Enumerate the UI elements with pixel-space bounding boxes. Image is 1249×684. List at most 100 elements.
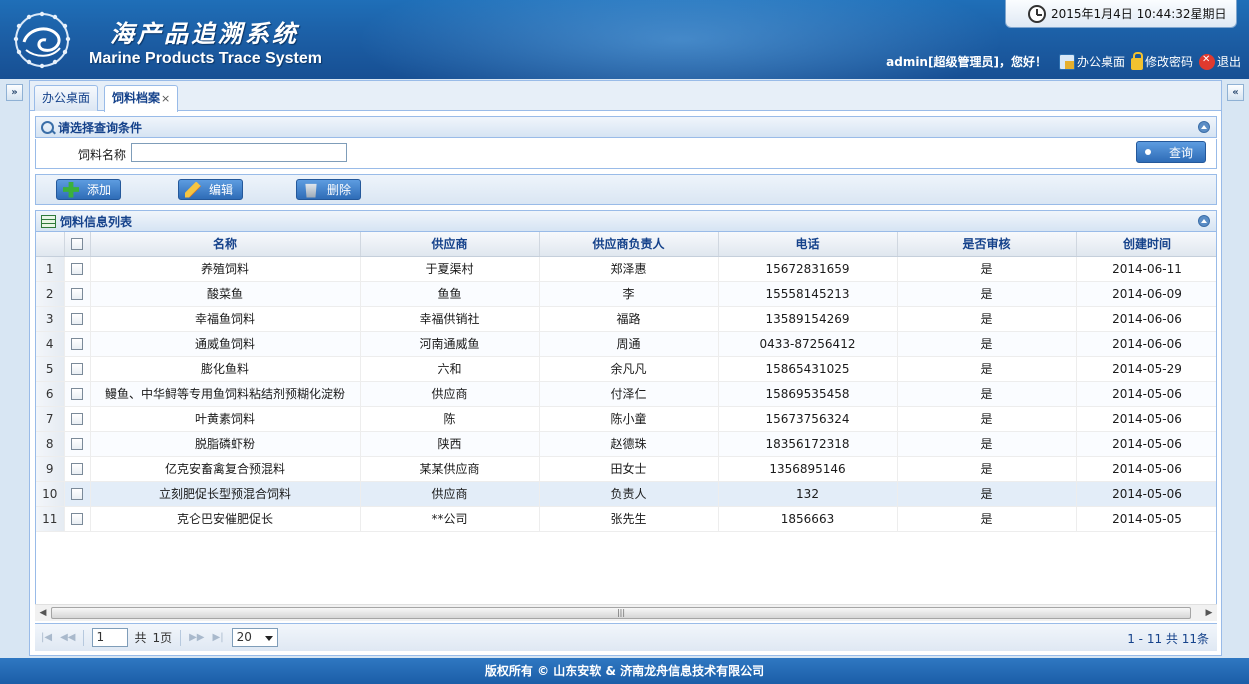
clock-icon (1028, 4, 1046, 23)
cell-audited: 是 (897, 431, 1077, 457)
select-all-checkbox[interactable] (71, 238, 83, 251)
row-checkbox[interactable] (71, 438, 83, 450)
cell-owner: 福路 (539, 306, 719, 332)
first-page-icon[interactable]: |◀ (41, 632, 52, 643)
row-checkbox[interactable] (71, 288, 83, 300)
edit-button[interactable]: 编辑 (178, 179, 244, 200)
row-number: 9 (36, 456, 65, 482)
collapse-right-button[interactable]: « (1227, 84, 1244, 101)
table-row[interactable]: 8 脱脂磷虾粉 陕西 赵德珠 18356172318 是 2014-05-06 (36, 431, 1216, 457)
cell-owner: 赵德珠 (539, 431, 719, 457)
column-header-created[interactable]: 创建时间 (1076, 232, 1216, 257)
next-page-icon[interactable]: ▶▶ (189, 632, 204, 643)
change-password-link[interactable]: 修改密码 (1130, 51, 1193, 70)
row-number: 2 (36, 281, 65, 307)
column-header-supplier-owner[interactable]: 供应商负责人 (539, 232, 719, 257)
table-row[interactable]: 5 膨化鱼料 六和 余凡凡 15865431025 是 2014-05-29 (36, 356, 1216, 382)
cell-audited: 是 (897, 381, 1077, 407)
row-select-cell (64, 306, 91, 332)
table-row[interactable]: 4 通威鱼饲料 河南通威鱼 周通 0433-87256412 是 2014-06-06 (36, 331, 1216, 357)
row-checkbox[interactable] (71, 513, 83, 525)
desktop-link[interactable]: 办公桌面 (1058, 53, 1125, 70)
row-checkbox[interactable] (71, 488, 83, 500)
cell-owner: 付泽仁 (539, 381, 719, 407)
scrollbar-thumb[interactable]: ||| (51, 607, 1191, 619)
app-header: 海产品追溯系统 Marine Products Trace System 201… (0, 0, 1249, 79)
row-checkbox[interactable] (71, 313, 83, 325)
cell-phone: 15865431025 (718, 356, 898, 382)
cell-created: 2014-05-06 (1076, 381, 1216, 407)
main-panel: 办公桌面 饲料档案× 请选择查询条件 饲料名称 查询 添加 编辑 删除 饲料信息… (29, 80, 1222, 656)
cell-created: 2014-05-06 (1076, 431, 1216, 457)
pager-divider (180, 629, 182, 646)
row-number-header (36, 232, 65, 257)
action-toolbar: 添加 编辑 删除 (35, 174, 1217, 205)
table-row[interactable]: 3 幸福鱼饲料 幸福供销社 福路 13589154269 是 2014-06-06 (36, 306, 1216, 332)
table-row[interactable]: 1 养殖饲料 于夏渠村 郑泽惠 15672831659 是 2014-06-11 (36, 256, 1216, 282)
cell-name: 通威鱼饲料 (90, 331, 361, 357)
table-row[interactable]: 7 叶黄素饲料陈陈小童 15673756324 是 2014-05-06 (36, 406, 1216, 432)
tab-desktop-label: 办公桌面 (42, 91, 91, 105)
logout-label: 退出 (1216, 55, 1241, 69)
cell-owner: 张先生 (539, 506, 719, 532)
feed-name-input[interactable] (131, 143, 347, 162)
delete-button-label: 删除 (327, 183, 352, 197)
feed-name-label: 饲料名称 (78, 148, 127, 162)
tab-feed-archive[interactable]: 饲料档案× (104, 85, 179, 112)
column-header-phone[interactable]: 电话 (718, 232, 898, 257)
total-pages-prefix: 共 (134, 631, 147, 645)
copyright-footer: 版权所有 © 山东安软 & 济南龙舟信息技术有限公司 (0, 658, 1249, 684)
table-row[interactable]: 2 酸菜鱼 鱼鱼李 15558145213 是 2014-06-09 (36, 281, 1216, 307)
table-row[interactable]: 6 鳗鱼、中华鲟等专用鱼饲料粘结剂预糊化淀粉 供应商 付泽仁 15869535458 是 2… (36, 381, 1216, 407)
delete-button[interactable]: 删除 (296, 179, 362, 200)
cell-supplier: 于夏渠村 (360, 256, 540, 282)
horizontal-scrollbar[interactable]: ◀ ||| ▶ (35, 604, 1217, 621)
cell-created: 2014-06-09 (1076, 281, 1216, 307)
column-header-name[interactable]: 名称 (90, 232, 361, 257)
add-button[interactable]: 添加 (56, 179, 122, 200)
desktop-link-label: 办公桌面 (1076, 55, 1125, 69)
cell-audited: 是 (897, 481, 1077, 507)
expand-left-button[interactable]: » (6, 84, 23, 101)
cell-audited: 是 (897, 331, 1077, 357)
column-header-audited[interactable]: 是否审核 (897, 232, 1077, 257)
tab-close-icon[interactable]: × (161, 92, 170, 105)
trash-icon (305, 183, 317, 198)
tab-desktop[interactable]: 办公桌面 (34, 85, 99, 111)
collapse-grid-button[interactable] (1198, 215, 1210, 227)
row-checkbox[interactable] (71, 413, 83, 425)
row-checkbox[interactable] (71, 363, 83, 375)
prev-page-icon[interactable]: ◀◀ (60, 632, 75, 643)
grid-panel-title: 饲料信息列表 (60, 214, 133, 229)
row-number: 4 (36, 331, 65, 357)
collapse-query-button[interactable] (1198, 121, 1210, 133)
page-size-select[interactable]: 20 (231, 628, 278, 647)
last-page-icon[interactable]: ▶| (213, 632, 224, 643)
cell-name: 养殖饲料 (90, 256, 361, 282)
pencil-icon (185, 181, 201, 198)
column-header-supplier[interactable]: 供应商 (360, 232, 540, 257)
search-icon (41, 120, 54, 134)
table-row[interactable]: 11 克仑巴安催肥促长 **公司 张先生 1856663 是 2014-05-05 (36, 506, 1216, 532)
cell-audited: 是 (897, 406, 1077, 432)
row-checkbox[interactable] (71, 463, 83, 475)
row-checkbox[interactable] (71, 263, 83, 275)
scroll-left-icon[interactable]: ◀ (37, 607, 49, 619)
row-select-cell (64, 506, 91, 532)
cell-owner: 负责人 (539, 481, 719, 507)
cell-name: 酸菜鱼 (90, 281, 361, 307)
row-checkbox[interactable] (71, 388, 83, 400)
page-number-input[interactable]: 1 (92, 628, 129, 647)
table-row[interactable]: 9 亿克安畜禽复合预混料 某某供应商 田女士 1356895146 是 2014-05-06 (36, 456, 1216, 482)
cell-name: 脱脂磷虾粉 (90, 431, 361, 457)
query-button[interactable]: 查询 (1136, 141, 1206, 163)
edit-button-label: 编辑 (209, 183, 234, 197)
cell-created: 2014-06-11 (1076, 256, 1216, 282)
cell-owner: 李 (539, 281, 719, 307)
row-checkbox[interactable] (71, 338, 83, 350)
clock-text: 2015年1月4日 10:44:32星期日 (1051, 7, 1227, 21)
scroll-right-icon[interactable]: ▶ (1203, 607, 1215, 619)
logout-link[interactable]: 退出 (1198, 53, 1241, 70)
app-title-en: Marine Products Trace System (89, 50, 322, 67)
table-row[interactable]: 10 立刻肥促长型预混合饲料 供应商 负责人 132 是 2014-05-06 (36, 481, 1216, 507)
